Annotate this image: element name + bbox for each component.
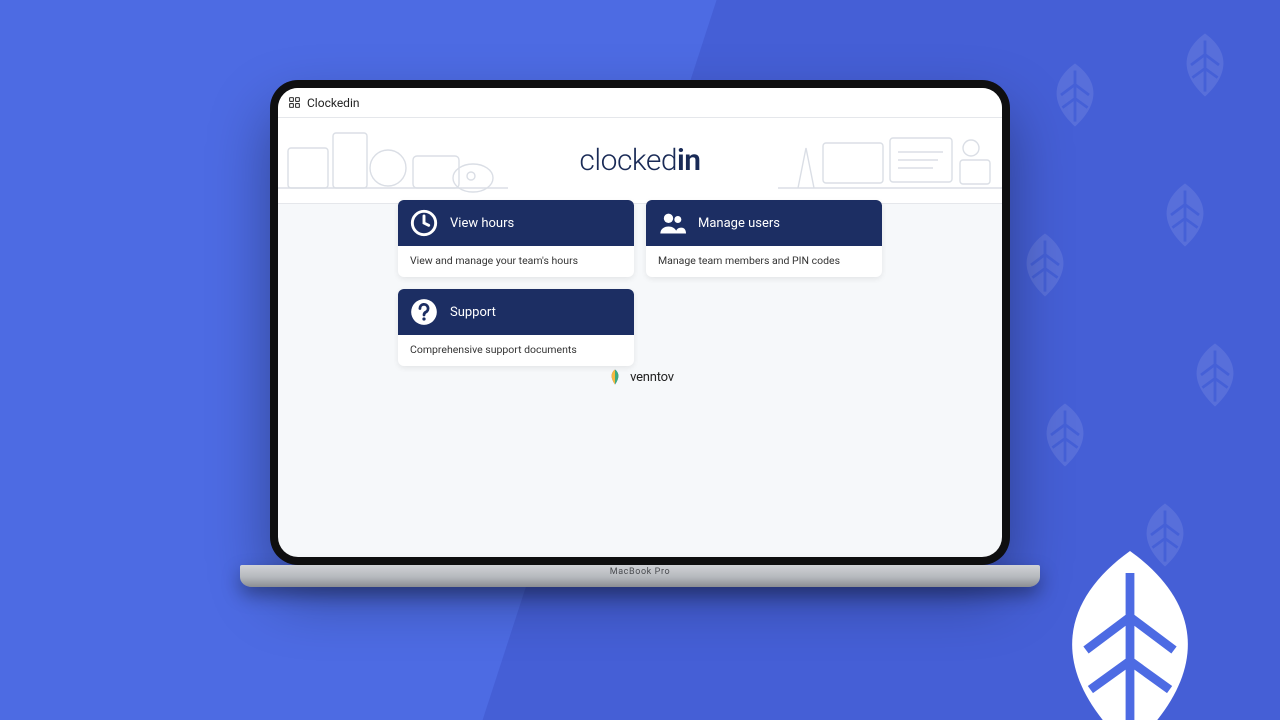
leaf-icon — [1150, 180, 1220, 250]
leaf-icon — [1030, 400, 1100, 470]
apps-grid-icon — [288, 96, 301, 109]
footer-company-name: venntov — [630, 370, 674, 385]
brand-logo-right: in — [677, 143, 701, 178]
laptop-bezel: Clockedin — [270, 80, 1010, 565]
card-head: Support — [398, 289, 634, 335]
clock-icon — [410, 209, 438, 237]
footer-company: venntov — [278, 368, 1002, 386]
support-card[interactable]: Support Comprehensive support documents — [398, 289, 634, 366]
brand-logo-left: clocked — [579, 143, 677, 178]
card-head: Manage users — [646, 200, 882, 246]
manage-users-card[interactable]: Manage users Manage team members and PIN… — [646, 200, 882, 277]
laptop-mock: Clockedin — [270, 80, 1010, 587]
hero: clockedin — [278, 118, 1002, 204]
card-title: Support — [450, 305, 496, 320]
brand-logo: clockedin — [579, 143, 700, 178]
leaf-icon — [1020, 540, 1240, 720]
leaf-icon — [1170, 30, 1240, 100]
card-desc: Comprehensive support documents — [398, 335, 634, 366]
device-label: MacBook Pro — [240, 567, 1040, 577]
cards-grid: View hours View and manage your team's h… — [278, 200, 1002, 366]
titlebar: Clockedin — [278, 88, 1002, 118]
card-title: View hours — [450, 216, 514, 231]
venntov-logo-icon — [606, 368, 624, 386]
question-icon — [410, 298, 438, 326]
app-screen: Clockedin — [278, 88, 1002, 557]
view-hours-card[interactable]: View hours View and manage your team's h… — [398, 200, 634, 277]
leaf-icon — [1010, 230, 1080, 300]
laptop-base: MacBook Pro — [240, 565, 1040, 587]
users-icon — [658, 209, 686, 237]
card-head: View hours — [398, 200, 634, 246]
card-title: Manage users — [698, 216, 780, 231]
leaf-icon — [1040, 60, 1110, 130]
card-desc: Manage team members and PIN codes — [646, 246, 882, 277]
marketing-backdrop: Clockedin — [0, 0, 1280, 720]
window-title: Clockedin — [307, 96, 360, 110]
leaf-icon — [1180, 340, 1250, 410]
card-desc: View and manage your team's hours — [398, 246, 634, 277]
